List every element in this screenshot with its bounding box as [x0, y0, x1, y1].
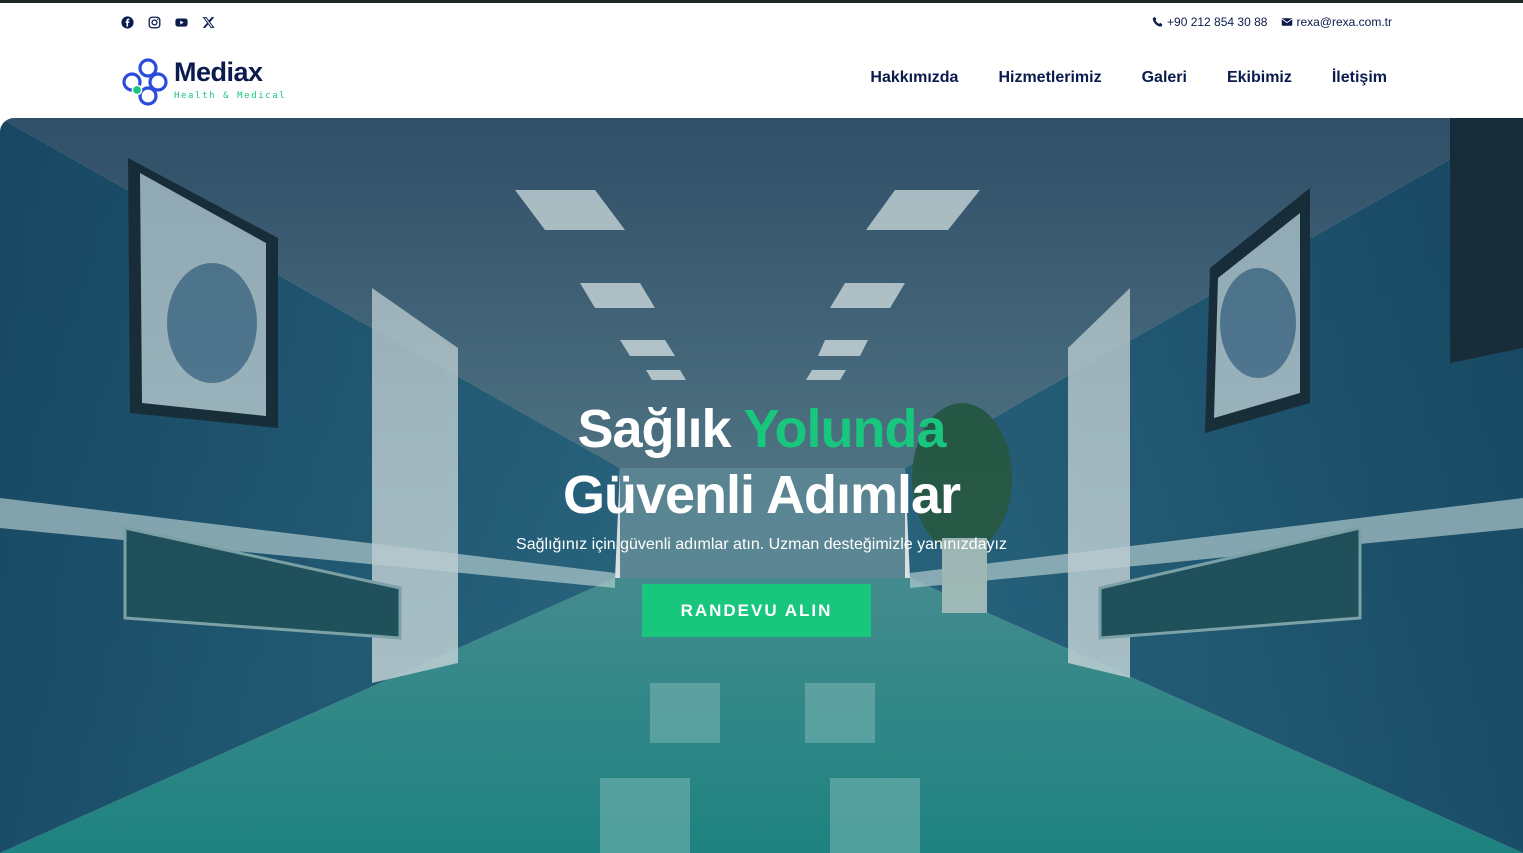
- hero-section: Sağlık Yolunda Güvenli Adımlar Sağlığını…: [0, 118, 1523, 853]
- instagram-icon[interactable]: [147, 15, 162, 30]
- x-twitter-icon[interactable]: [201, 15, 216, 30]
- top-bar: +90 212 854 30 88 rexa@rexa.com.tr: [0, 3, 1523, 41]
- nav-item-gallery[interactable]: Galeri: [1142, 69, 1187, 87]
- logo-tagline: Health & Medical: [174, 91, 287, 101]
- social-links: [120, 15, 216, 30]
- primary-menu: Hakkımızda Hizmetlerimiz Galeri Ekibimiz…: [870, 69, 1387, 87]
- hero-title-line2: Güvenli Adımlar: [562, 465, 961, 525]
- nav-item-services[interactable]: Hizmetlerimiz: [998, 69, 1101, 87]
- logo-mark-icon: [122, 58, 168, 106]
- logo-brand: Mediax: [174, 57, 263, 87]
- phone-icon: [1152, 16, 1163, 27]
- facebook-icon[interactable]: [120, 15, 135, 30]
- phone-link[interactable]: +90 212 854 30 88: [1152, 15, 1267, 29]
- youtube-icon[interactable]: [174, 15, 189, 30]
- appointment-button[interactable]: RANDEVU ALIN: [642, 584, 871, 637]
- contact-info: +90 212 854 30 88 rexa@rexa.com.tr: [1152, 15, 1392, 29]
- nav-item-about[interactable]: Hakkımızda: [870, 69, 958, 87]
- phone-number: +90 212 854 30 88: [1167, 15, 1268, 29]
- email-link[interactable]: rexa@rexa.com.tr: [1281, 15, 1392, 29]
- hero-title-part1: Sağlık: [577, 399, 744, 459]
- email-address: rexa@rexa.com.tr: [1296, 15, 1392, 29]
- hero-title-accent: Yolunda: [743, 399, 947, 459]
- nav-item-team[interactable]: Ekibimiz: [1227, 69, 1292, 87]
- envelope-icon: [1282, 18, 1293, 26]
- hero-subtitle: Sağlığınız için güvenli adımlar atın. Uz…: [516, 536, 1007, 553]
- site-logo[interactable]: Mediax Health & Medical: [120, 54, 290, 106]
- hero-title: Sağlık Yolunda Güvenli Adımlar: [0, 396, 1523, 528]
- main-navbar: Mediax Health & Medical Hakkımızda Hizme…: [0, 41, 1523, 118]
- nav-item-contact[interactable]: İletişim: [1332, 69, 1387, 87]
